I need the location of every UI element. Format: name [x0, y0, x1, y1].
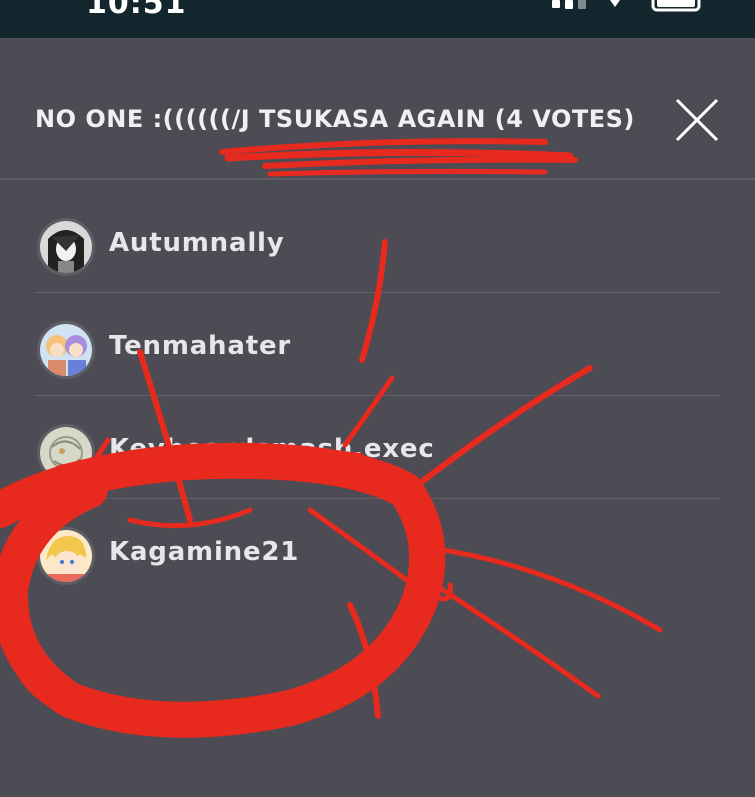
- screen: 10:51 NO ONE :((((((/J TSUKASA AGAIN (4 …: [0, 0, 755, 797]
- voter-row[interactable]: Kagamine21: [35, 499, 720, 601]
- voter-row[interactable]: Tenmahater: [35, 293, 720, 396]
- avatar[interactable]: [37, 218, 95, 276]
- avatar[interactable]: [37, 321, 95, 379]
- poll-option-title: NO ONE :((((((/J TSUKASA AGAIN (4 VOTES): [35, 105, 635, 133]
- avatar[interactable]: [37, 424, 95, 482]
- signal-icon: [552, 0, 586, 9]
- vote-results-header: NO ONE :((((((/J TSUKASA AGAIN (4 VOTES): [0, 38, 755, 178]
- wifi-icon: [610, 0, 620, 7]
- voter-name[interactable]: Keyboardsmash.exec: [109, 434, 435, 464]
- voter-row[interactable]: Autumnally: [35, 190, 720, 293]
- voter-list: Autumnally Tenmahater Keyboardsmash.exec…: [35, 190, 720, 601]
- header-divider: [0, 178, 755, 180]
- voter-name[interactable]: Kagamine21: [109, 537, 299, 567]
- close-button[interactable]: [670, 93, 724, 147]
- avatar[interactable]: [37, 527, 95, 585]
- voter-name[interactable]: Tenmahater: [109, 331, 291, 361]
- status-icons: [552, 0, 701, 12]
- close-icon[interactable]: [670, 93, 724, 147]
- status-time: 10:51: [86, 0, 187, 21]
- voter-row[interactable]: Keyboardsmash.exec: [35, 396, 720, 499]
- status-bar: 10:51: [0, 0, 755, 38]
- voter-name[interactable]: Autumnally: [109, 228, 285, 258]
